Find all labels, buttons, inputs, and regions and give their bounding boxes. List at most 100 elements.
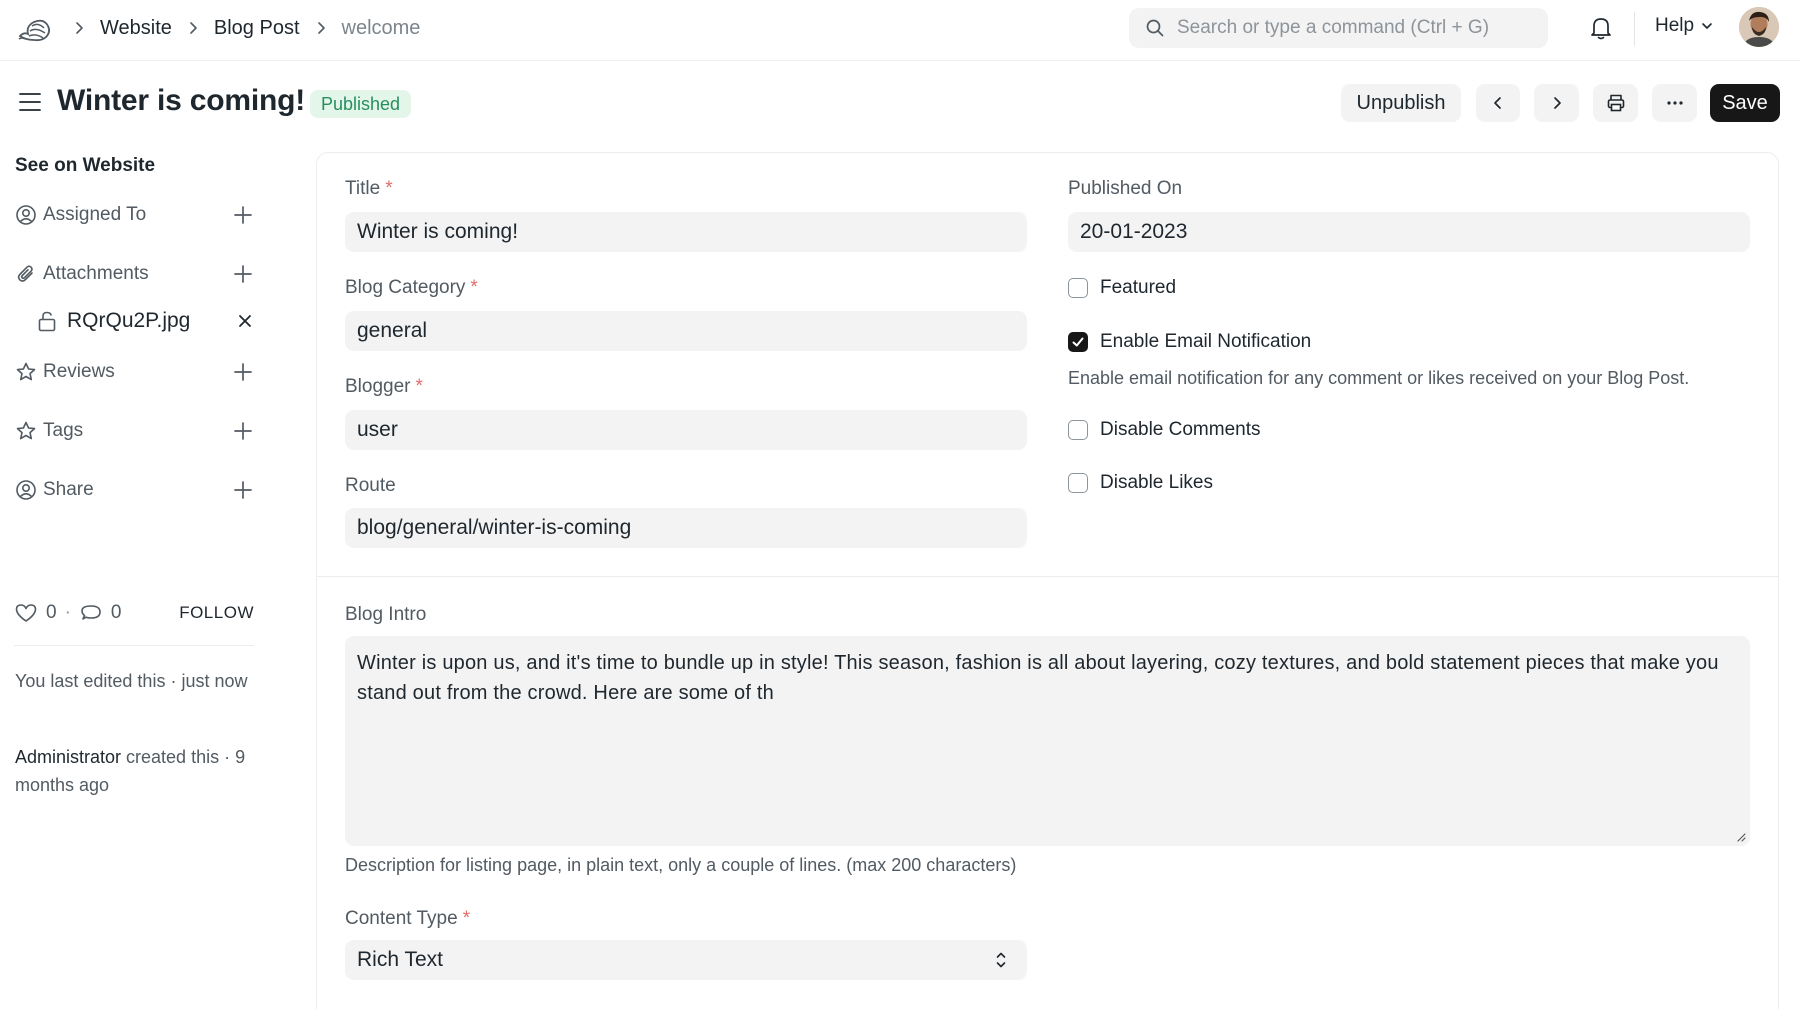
sidebar-item-reviews[interactable]: Reviews xyxy=(15,357,253,387)
disable-comments-checkbox[interactable] xyxy=(1068,420,1088,440)
previous-document-button[interactable] xyxy=(1476,84,1520,122)
search-input[interactable]: Search or type a command (Ctrl + G) xyxy=(1129,8,1548,48)
next-document-button[interactable] xyxy=(1534,84,1579,122)
star-icon xyxy=(16,362,36,381)
email-notification-help: Enable email notification for any commen… xyxy=(1068,368,1690,388)
sidebar-item-attachments[interactable]: Attachments xyxy=(15,259,253,289)
search-icon xyxy=(1146,19,1164,37)
blogger-label: Blogger * xyxy=(345,376,423,397)
chevron-right-icon xyxy=(190,22,197,34)
email-notification-checkbox[interactable] xyxy=(1068,332,1088,352)
user-circle-icon xyxy=(16,480,36,500)
add-tag-plus-icon[interactable] xyxy=(233,421,253,441)
email-notification-label: Enable Email Notification xyxy=(1100,331,1312,352)
save-button[interactable]: Save xyxy=(1710,84,1780,122)
required-mark: * xyxy=(415,376,423,397)
sidebar-item-tags[interactable]: Tags xyxy=(15,416,253,446)
chevron-left-icon xyxy=(1494,97,1501,109)
avatar[interactable] xyxy=(1739,7,1779,47)
title-label: Title * xyxy=(345,178,393,199)
required-mark: * xyxy=(385,178,393,199)
top-navbar: Website Blog Post welcome Search or type… xyxy=(0,0,1800,61)
sidebar-item-label: Assigned To xyxy=(43,204,147,225)
blog-intro-label: Blog Intro xyxy=(345,604,427,625)
resize-handle-icon[interactable] xyxy=(1736,832,1746,842)
follow-button[interactable]: FOLLOW xyxy=(179,603,254,623)
content-type-value: Rich Text xyxy=(357,948,443,971)
chevron-down-icon xyxy=(1702,23,1712,29)
add-review-plus-icon[interactable] xyxy=(233,362,253,382)
disable-comments-label: Disable Comments xyxy=(1100,419,1261,440)
stats-separator: · xyxy=(64,602,71,623)
disable-likes-checkbox[interactable] xyxy=(1068,473,1088,493)
printer-icon xyxy=(1607,94,1624,112)
sidebar-item-label: Reviews xyxy=(43,361,115,382)
notification-bell-icon[interactable] xyxy=(1589,15,1613,41)
paperclip-icon xyxy=(17,265,33,282)
unpublish-button[interactable]: Unpublish xyxy=(1341,84,1461,122)
disable-likes-checkbox-row[interactable]: Disable Likes xyxy=(1068,472,1213,494)
blog-intro-help: Description for listing page, in plain t… xyxy=(345,855,1017,875)
search-placeholder: Search or type a command (Ctrl + G) xyxy=(1177,17,1490,38)
add-attachment-plus-icon[interactable] xyxy=(233,264,253,284)
help-label: Help xyxy=(1655,15,1695,36)
sidebar-item-share[interactable]: Share xyxy=(15,475,253,505)
required-mark: * xyxy=(470,277,478,298)
more-actions-button[interactable] xyxy=(1652,84,1697,122)
featured-checkbox-row[interactable]: Featured xyxy=(1068,277,1176,299)
chevron-right-icon xyxy=(76,22,83,34)
blog-intro-textarea[interactable]: Winter is upon us, and it's time to bund… xyxy=(345,636,1750,846)
heart-icon[interactable] xyxy=(14,602,38,624)
sidebar-item-label: Tags xyxy=(43,420,84,441)
star-icon xyxy=(16,421,36,440)
disable-likes-label: Disable Likes xyxy=(1100,472,1213,493)
select-caret-icon xyxy=(996,952,1006,968)
content-type-select[interactable]: Rich Text xyxy=(345,940,1027,980)
add-share-plus-icon[interactable] xyxy=(233,480,253,500)
remove-attachment-close-icon[interactable] xyxy=(237,313,253,329)
breadcrumb-blog-post[interactable]: Blog Post xyxy=(214,17,300,40)
help-dropdown[interactable]: Help xyxy=(1655,15,1714,37)
blog-category-label: Blog Category * xyxy=(345,277,478,298)
sidebar-toggle-icon[interactable] xyxy=(18,91,42,113)
blog-category-field[interactable]: general xyxy=(345,311,1027,351)
app-logo-icon[interactable] xyxy=(16,12,54,44)
sidebar-item-label: Attachments xyxy=(43,263,149,284)
required-mark: * xyxy=(462,908,471,929)
sidebar-item-assigned-to[interactable]: Assigned To xyxy=(15,200,253,230)
featured-label: Featured xyxy=(1100,277,1177,298)
breadcrumb-website[interactable]: Website xyxy=(100,17,172,40)
breadcrumb-current[interactable]: welcome xyxy=(342,17,421,40)
blogger-field[interactable]: user xyxy=(345,410,1027,450)
route-label: Route xyxy=(345,475,396,496)
status-badge: Published xyxy=(310,90,412,118)
content-type-label: Content Type * xyxy=(345,908,471,929)
breadcrumb: Website Blog Post welcome xyxy=(72,0,420,56)
activity-user[interactable]: Administrator xyxy=(15,747,121,767)
user-circle-icon xyxy=(16,205,36,225)
published-on-field[interactable]: 20-01-2023 xyxy=(1068,212,1750,252)
section-divider xyxy=(317,576,1779,577)
sidebar-divider xyxy=(14,645,254,646)
attachment-filename[interactable]: RQrQu2P.jpg xyxy=(67,309,237,333)
activity-last-edited: You last edited this · just now xyxy=(15,671,248,691)
form-card xyxy=(316,152,1779,1009)
print-button[interactable] xyxy=(1593,84,1638,122)
disable-comments-checkbox-row[interactable]: Disable Comments xyxy=(1068,419,1261,441)
likes-count: 0 xyxy=(46,602,57,623)
ellipsis-icon xyxy=(1666,101,1683,105)
page-title: Winter is coming! xyxy=(57,84,306,117)
comment-icon[interactable] xyxy=(79,602,103,624)
activity-created: Administrator created this · 9 months ag… xyxy=(15,743,255,799)
featured-checkbox[interactable] xyxy=(1068,278,1088,298)
chevron-right-icon xyxy=(1553,97,1561,109)
title-field[interactable]: Winter is coming! xyxy=(345,212,1027,252)
route-field[interactable]: blog/general/winter-is-coming xyxy=(345,508,1027,548)
published-on-label: Published On xyxy=(1068,178,1183,199)
email-notification-checkbox-row[interactable]: Enable Email Notification xyxy=(1068,331,1311,353)
lock-icon xyxy=(38,311,56,332)
chevron-right-icon xyxy=(317,22,325,34)
see-on-website-link[interactable]: See on Website xyxy=(15,155,155,177)
add-assignee-plus-icon[interactable] xyxy=(233,205,253,225)
attachment-item[interactable]: RQrQu2P.jpg xyxy=(37,305,253,337)
